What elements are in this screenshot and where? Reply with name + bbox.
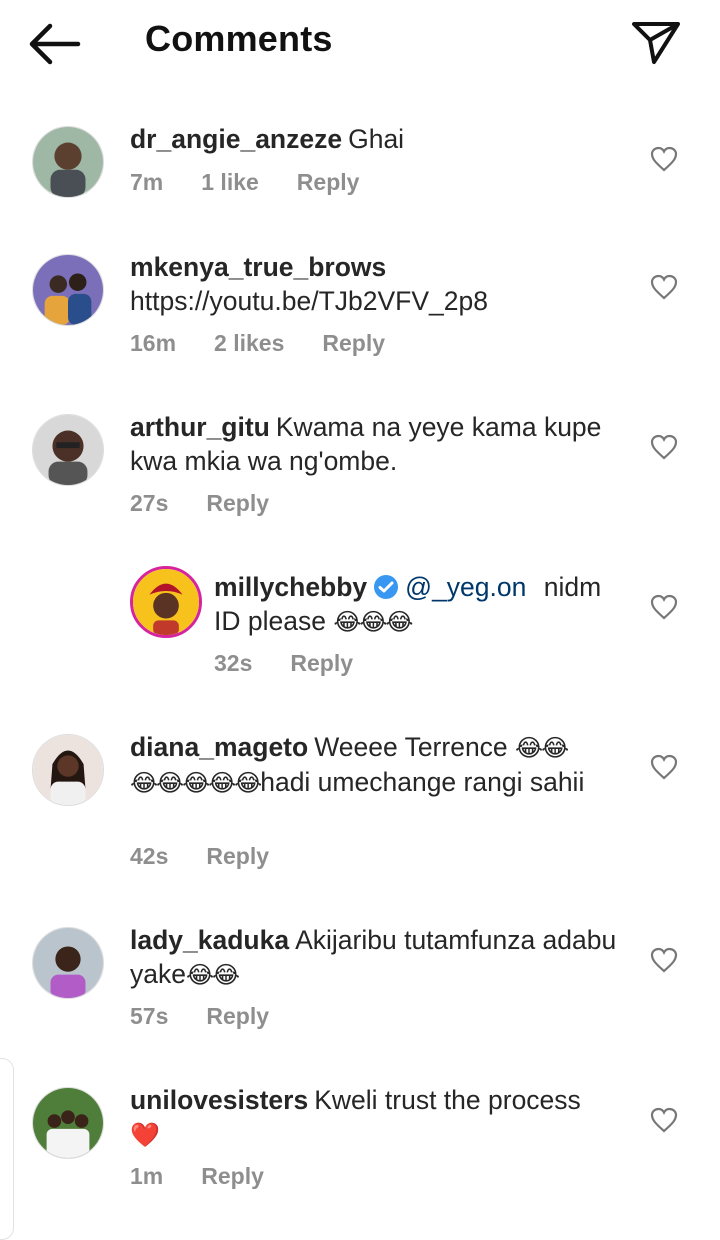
back-button[interactable]	[28, 22, 84, 66]
comment-time: 32s	[214, 650, 253, 676]
comment-meta: 16m 2 likes Reply	[130, 330, 423, 357]
avatar[interactable]	[32, 254, 104, 326]
reply-button[interactable]: Reply	[206, 843, 269, 869]
comment-username[interactable]: mkenya_true_brows	[130, 252, 386, 282]
heart-icon[interactable]	[650, 754, 678, 780]
comment-link[interactable]: https://youtu.be/TJb2VFV_2p8	[130, 286, 488, 316]
comment-meta: 27s Reply	[130, 490, 307, 517]
comment-text: unilovesisters Kweli trust the process ❤️	[130, 1085, 581, 1149]
comment-time: 16m	[130, 330, 177, 356]
mention-link[interactable]: @_yeg.on	[405, 572, 526, 602]
avatar[interactable]	[32, 927, 104, 999]
comment-meta: 7m 1 like Reply	[130, 169, 397, 196]
comment-meta: 32s Reply	[214, 650, 391, 677]
share-button[interactable]	[628, 16, 684, 68]
reply-button[interactable]: Reply	[206, 490, 269, 516]
comment-username[interactable]: dr_angie_anzeze	[130, 124, 342, 154]
heart-icon[interactable]	[650, 594, 678, 620]
comment-text: arthur_gitu Kwama na yeye kama kupe kwa m…	[130, 412, 602, 476]
avatar[interactable]	[130, 566, 202, 638]
emoji-laughing: 😂😂😂😂😂	[130, 769, 262, 797]
reply-button[interactable]: Reply	[290, 650, 353, 676]
emoji-laughing: 😂😂😂	[333, 608, 413, 636]
emoji-laughing: 😂😂	[515, 734, 569, 762]
header-bar: Comments	[0, 0, 720, 90]
verified-badge-icon	[374, 575, 399, 599]
comment-time: 1m	[130, 1163, 164, 1189]
heart-icon[interactable]	[650, 146, 678, 172]
comment-username[interactable]: arthur_gitu	[130, 412, 270, 442]
avatar[interactable]	[32, 126, 104, 198]
comment-username[interactable]: unilovesisters	[130, 1085, 308, 1115]
heart-icon[interactable]	[650, 274, 678, 300]
reply-button[interactable]: Reply	[201, 1163, 264, 1189]
comment-meta: 57s Reply	[130, 1003, 307, 1030]
comment-text: dr_angie_anzeze Ghai	[130, 124, 405, 154]
comment-text: millychebby @_yeg.on nidm ID please 😂😂😂	[214, 572, 602, 636]
page-title: Comments	[145, 18, 333, 59]
comment-text: mkenya_true_brows https://youtu.be/TJb2VF…	[130, 250, 620, 318]
comment-text: lady_kaduka Akijaribu tutamfunza adabu ya…	[130, 925, 617, 989]
paper-plane-icon	[632, 22, 680, 64]
comment-time: 27s	[130, 490, 169, 516]
emoji-laughing: 😂😂	[185, 961, 240, 989]
reply-button[interactable]: Reply	[322, 330, 385, 356]
comment-username[interactable]: diana_mageto	[130, 732, 308, 762]
arrow-left-icon	[29, 23, 81, 65]
reply-button[interactable]: Reply	[206, 1003, 269, 1029]
comment-meta: 42s Reply	[130, 843, 307, 870]
heart-icon[interactable]	[650, 947, 678, 973]
avatar[interactable]	[32, 414, 104, 486]
reply-button[interactable]: Reply	[297, 169, 360, 195]
heart-icon[interactable]	[650, 1107, 678, 1133]
heart-icon[interactable]	[650, 434, 678, 460]
edge-panel-handle[interactable]	[0, 1058, 14, 1240]
comment-likes[interactable]: 2 likes	[214, 330, 284, 356]
avatar[interactable]	[32, 734, 104, 806]
comment-likes[interactable]: 1 like	[201, 169, 259, 195]
comment-time: 57s	[130, 1003, 169, 1029]
comment-time: 7m	[130, 169, 164, 195]
comment-text: diana_mageto Weeee Terrence 😂😂 😂😂😂😂😂hadi u…	[130, 732, 585, 797]
comment-meta: 1m Reply	[130, 1163, 302, 1190]
comment-username[interactable]: millychebby	[214, 572, 367, 602]
avatar[interactable]	[32, 1087, 104, 1159]
emoji-heart: ❤️	[130, 1121, 160, 1149]
comment-username[interactable]: lady_kaduka	[130, 925, 289, 955]
comment-time: 42s	[130, 843, 169, 869]
